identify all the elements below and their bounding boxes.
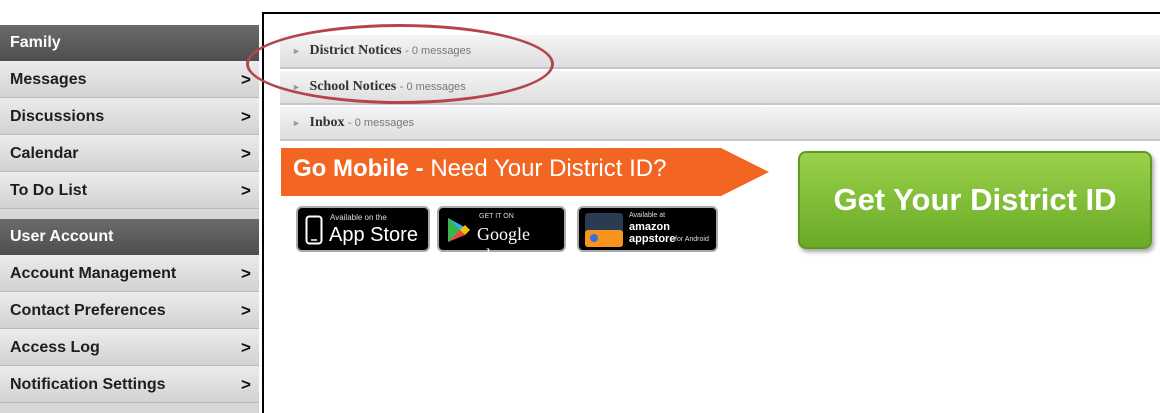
chevron-right-icon: > <box>241 144 251 163</box>
sidebar-item-label: To Do List <box>10 182 88 199</box>
sidebar-item-discussions[interactable]: Discussions > <box>0 98 259 135</box>
expand-arrow-icon: ► <box>292 82 301 92</box>
notice-title: School Notices <box>309 79 397 95</box>
notice-title: Inbox <box>309 115 345 131</box>
badge-small-text: Available on the <box>330 213 387 222</box>
chevron-right-icon: > <box>241 264 251 283</box>
sidebar-item-messages[interactable]: Messages > <box>0 61 259 98</box>
notice-count: - 0 messages <box>399 81 466 94</box>
badge-small-text: GET IT ON <box>479 213 514 220</box>
badge-big-text: Google play <box>477 224 530 265</box>
sidebar-item-contact-preferences[interactable]: Contact Preferences > <box>0 292 259 329</box>
banner-bold-text: Go Mobile - <box>293 155 424 182</box>
notice-row-inbox[interactable]: ► Inbox - 0 messages <box>280 107 1160 141</box>
sidebar-item-label: Notification Settings <box>10 376 166 393</box>
notice-count: - 0 messages <box>405 45 472 58</box>
sidebar-item-to-do-list[interactable]: To Do List > <box>0 172 259 209</box>
get-district-id-button[interactable]: Get Your District ID <box>798 151 1152 249</box>
sidebar: Family Messages > Discussions > Calendar… <box>0 25 259 413</box>
go-mobile-banner: Go Mobile - Need Your District ID? <box>281 148 771 196</box>
chevron-right-icon: > <box>241 181 251 200</box>
play-icon <box>448 218 470 242</box>
sidebar-item-calendar[interactable]: Calendar > <box>0 135 259 172</box>
amazon-app-icon <box>585 213 623 247</box>
sidebar-header-family: Family <box>0 25 259 61</box>
amazon-appstore-badge[interactable]: Available at amazon appstore for Android <box>577 206 718 252</box>
notice-count: - 0 messages <box>348 117 415 130</box>
expand-arrow-icon: ► <box>292 46 301 56</box>
phone-icon <box>305 215 323 245</box>
sidebar-item-label: Discussions <box>10 108 105 125</box>
sidebar-item-label: Account Management <box>10 265 177 282</box>
sidebar-item-account-management[interactable]: Account Management > <box>0 255 259 292</box>
chevron-right-icon: > <box>241 338 251 357</box>
go-mobile-text: Go Mobile - Need Your District ID? <box>293 155 666 183</box>
app-store-badge[interactable]: Available on the App Store <box>296 206 430 252</box>
badge-sub-text: for Android <box>675 236 709 243</box>
sidebar-item-label: Messages <box>10 71 87 88</box>
google-play-badge[interactable]: GET IT ON Google play <box>437 206 566 265</box>
chevron-right-icon: > <box>241 70 251 89</box>
sidebar-item-notification-settings[interactable]: Notification Settings > <box>0 366 259 403</box>
sidebar-item-label: Contact Preferences <box>10 302 166 319</box>
notice-title: District Notices <box>309 43 402 59</box>
sidebar-item-label: Calendar <box>10 145 79 162</box>
sidebar-header-user-account: User Account <box>0 219 259 255</box>
chevron-right-icon: > <box>241 107 251 126</box>
chevron-right-icon: > <box>241 375 251 394</box>
badge-small-text: Available at <box>629 212 666 219</box>
expand-arrow-icon: ► <box>292 118 301 128</box>
notice-row-school[interactable]: ► School Notices - 0 messages <box>280 71 1160 105</box>
badge-big-text: App Store <box>329 224 418 246</box>
chevron-right-icon: > <box>241 301 251 320</box>
notice-row-district[interactable]: ► District Notices - 0 messages <box>280 35 1160 69</box>
banner-text: Need Your District ID? <box>423 155 667 182</box>
sidebar-item-access-log[interactable]: Access Log > <box>0 329 259 366</box>
sidebar-item-label: Access Log <box>10 339 100 356</box>
